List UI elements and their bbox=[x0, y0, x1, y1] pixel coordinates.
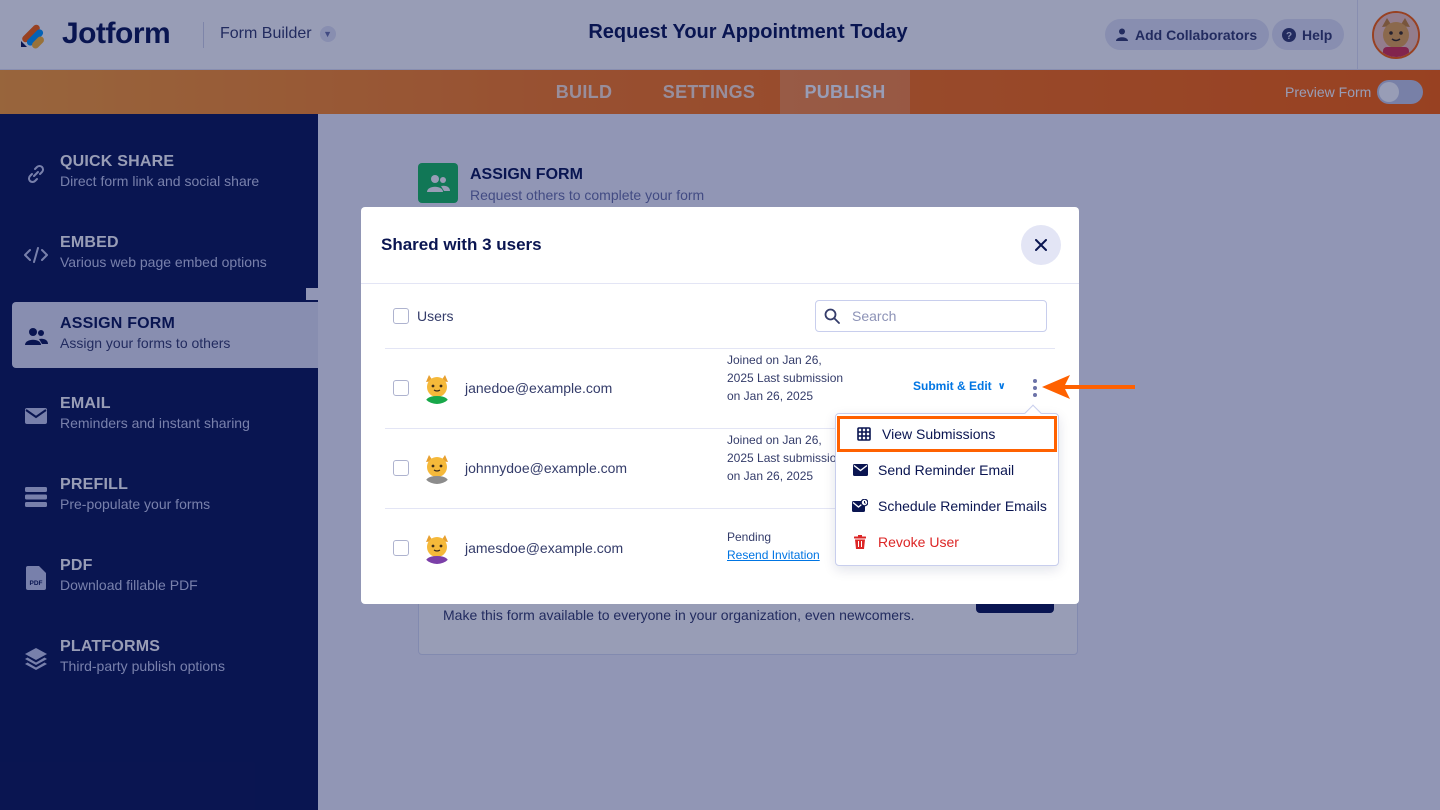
modal-title: Shared with 3 users bbox=[381, 235, 542, 254]
user-status: Pending bbox=[727, 530, 772, 544]
menu-item-label: Send Reminder Email bbox=[878, 462, 1015, 478]
user-email: johnnydoe@example.com bbox=[465, 460, 628, 476]
close-button[interactable] bbox=[1021, 225, 1061, 265]
user-options-menu: View Submissions Send Reminder Email Sch… bbox=[835, 404, 1059, 566]
resend-invitation-link[interactable]: Resend Invitation bbox=[727, 548, 820, 562]
user-avatar bbox=[421, 372, 453, 404]
menu-item-label: Schedule Reminder Emails bbox=[878, 498, 1047, 514]
select-all-checkbox[interactable] bbox=[393, 308, 409, 324]
user-join-info: Joined on Jan 26, 2025 Last submission o… bbox=[727, 353, 844, 403]
search-icon bbox=[824, 308, 840, 324]
envelope-icon bbox=[852, 462, 868, 478]
table-icon bbox=[856, 426, 872, 442]
permission-dropdown[interactable]: Submit & Edit ∨ bbox=[913, 379, 1006, 393]
menu-item-schedule-reminder-emails[interactable]: Schedule Reminder Emails bbox=[836, 488, 1058, 524]
user-avatar bbox=[421, 532, 453, 564]
close-icon bbox=[1035, 239, 1047, 251]
user-join-info: Joined on Jan 26, 2025 Last submission o… bbox=[727, 433, 844, 483]
user-checkbox[interactable] bbox=[393, 460, 409, 476]
user-avatar bbox=[421, 452, 453, 484]
user-checkbox[interactable] bbox=[393, 380, 409, 396]
search-input[interactable] bbox=[852, 306, 1037, 326]
menu-item-label: View Submissions bbox=[882, 426, 996, 442]
users-column-header: Users bbox=[417, 308, 454, 324]
schedule-email-icon bbox=[852, 498, 868, 514]
menu-item-view-submissions[interactable]: View Submissions bbox=[837, 416, 1057, 452]
search-box bbox=[815, 300, 1047, 332]
trash-icon bbox=[852, 534, 868, 550]
user-email: jamesdoe@example.com bbox=[465, 540, 624, 556]
menu-item-send-reminder-email[interactable]: Send Reminder Email bbox=[836, 452, 1058, 488]
chevron-down-icon: ∨ bbox=[997, 380, 1006, 392]
menu-item-label: Revoke User bbox=[878, 534, 959, 550]
user-email: janedoe@example.com bbox=[465, 380, 613, 396]
permission-label: Submit & Edit bbox=[913, 379, 992, 393]
menu-item-revoke-user[interactable]: Revoke User bbox=[836, 524, 1058, 560]
annotation-arrow-icon bbox=[1042, 375, 1135, 399]
user-checkbox[interactable] bbox=[393, 540, 409, 556]
modal-header: Shared with 3 users bbox=[361, 207, 1079, 284]
